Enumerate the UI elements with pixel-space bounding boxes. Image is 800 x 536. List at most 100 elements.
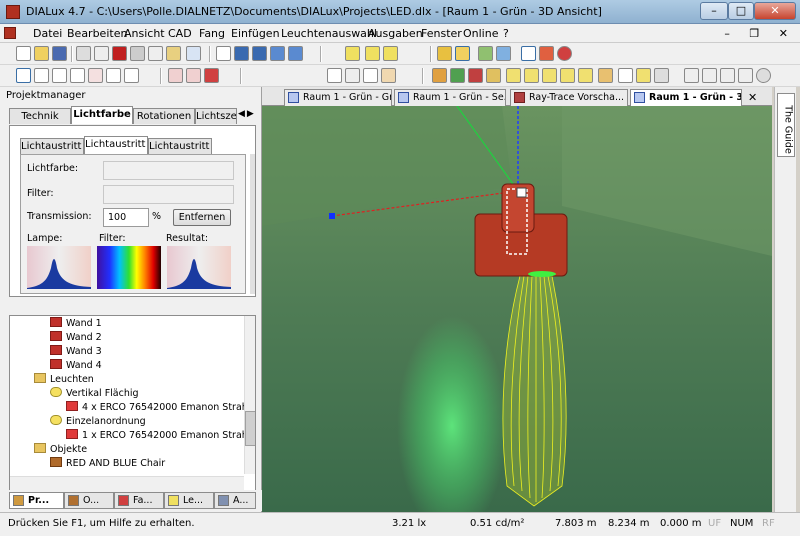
transmission-input[interactable]: 100 xyxy=(103,208,149,227)
tab-lichtaustritt-1[interactable]: Lichtaustritt 1 xyxy=(20,138,84,154)
panel-scrollbar[interactable] xyxy=(250,154,255,294)
polygon-room-icon[interactable] xyxy=(252,46,267,61)
polyline-icon[interactable] xyxy=(702,68,717,83)
aim-icon[interactable] xyxy=(186,68,201,83)
menu-help[interactable]: ? xyxy=(503,27,509,40)
menu-ansicht[interactable]: Ansicht xyxy=(124,27,165,40)
tree-item[interactable]: 1 x ERCO 76542000 Emanon Strah xyxy=(66,429,248,443)
menu-cad[interactable]: CAD xyxy=(168,27,192,40)
tree-item[interactable]: Wand 3 xyxy=(50,345,102,359)
new-icon[interactable] xyxy=(16,46,31,61)
remove-button[interactable]: Entfernen xyxy=(173,209,231,226)
select-surface-icon[interactable] xyxy=(70,68,85,83)
tab-lichtaustritt-2[interactable]: Lichtaustritt 2 xyxy=(84,136,148,154)
menu-einfuegen[interactable]: Einfügen xyxy=(231,27,280,40)
calc-icon[interactable] xyxy=(437,46,452,61)
false-color-icon[interactable] xyxy=(521,46,536,61)
paste-icon[interactable] xyxy=(166,46,181,61)
tab-ausgaben[interactable]: A... xyxy=(214,492,256,509)
color-icon[interactable] xyxy=(539,46,554,61)
pointer-icon[interactable] xyxy=(327,68,342,83)
new-room-icon[interactable] xyxy=(216,46,231,61)
grid-icon[interactable] xyxy=(654,68,669,83)
tab-doc-raytrace[interactable]: Ray-Trace Vorscha... xyxy=(510,89,628,106)
furniture-icon[interactable] xyxy=(432,68,447,83)
close-button[interactable]: ✕ xyxy=(754,2,796,20)
prism-icon[interactable] xyxy=(542,68,557,83)
luminaire-line-icon[interactable] xyxy=(383,46,398,61)
folder-tool-icon[interactable] xyxy=(486,68,501,83)
tab-farben[interactable]: Fa... xyxy=(114,492,164,509)
tree-horizontal-scrollbar[interactable] xyxy=(10,476,244,490)
select-icon[interactable] xyxy=(16,68,31,83)
tab-lichtaustritt-3[interactable]: Lichtaustritt 3 xyxy=(148,138,212,154)
undo-icon[interactable] xyxy=(186,46,201,61)
tree-item[interactable]: Wand 2 xyxy=(50,331,102,345)
menu-fang[interactable]: Fang xyxy=(199,27,225,40)
app-icon[interactable] xyxy=(6,5,20,19)
luminaire-array-icon[interactable] xyxy=(365,46,380,61)
open-icon[interactable] xyxy=(34,46,49,61)
tree-scroll-thumb[interactable] xyxy=(245,411,255,446)
tab-lichtfarbe[interactable]: Lichtfarbe xyxy=(71,106,133,124)
tab-rotationen[interactable]: Rotationen xyxy=(133,108,195,124)
menu-bearbeiten[interactable]: Bearbeiten xyxy=(67,27,127,40)
tree-item[interactable]: Leuchten xyxy=(34,373,94,387)
tab-doc-grundriss[interactable]: Raum 1 - Grün - Gr... xyxy=(284,89,392,106)
tab-objekte[interactable]: O... xyxy=(64,492,114,509)
tab-doc-seitenansicht[interactable]: Raum 1 - Grün - Se... xyxy=(394,89,506,106)
guide-tab[interactable]: The Guide xyxy=(777,93,795,157)
tree-item[interactable]: Wand 1 xyxy=(50,317,102,331)
calc-active-icon[interactable] xyxy=(455,46,470,61)
tab-lichtszenen[interactable]: Lichtsze xyxy=(195,108,237,124)
tree-vertical-scrollbar[interactable] xyxy=(244,316,255,474)
menu-ausgaben[interactable]: Ausgaben xyxy=(368,27,423,40)
cylinder-icon[interactable] xyxy=(524,68,539,83)
3d-viewport[interactable] xyxy=(262,106,772,512)
menu-fenster[interactable]: Fenster xyxy=(421,27,462,40)
preview-icon[interactable] xyxy=(94,46,109,61)
menu-leuchtenauswahl[interactable]: Leuchtenauswahl xyxy=(281,27,377,40)
color-fill-icon[interactable] xyxy=(468,68,483,83)
raytrace-icon[interactable] xyxy=(478,46,493,61)
select-group-icon[interactable] xyxy=(34,68,49,83)
orbit-icon[interactable] xyxy=(363,68,378,83)
select-luminaire-icon[interactable] xyxy=(88,68,103,83)
exterior-icon[interactable] xyxy=(270,46,285,61)
tab-projekt[interactable]: Pr... xyxy=(9,492,64,509)
cut-icon[interactable] xyxy=(130,46,145,61)
tree-item[interactable]: 4 x ERCO 76542000 Emanon Strah xyxy=(66,401,248,415)
street-icon[interactable] xyxy=(288,46,303,61)
save-icon[interactable] xyxy=(52,46,67,61)
rotate-icon[interactable] xyxy=(168,68,183,83)
gear-icon[interactable] xyxy=(756,68,771,83)
frame-icon[interactable] xyxy=(618,68,633,83)
select-point-icon[interactable] xyxy=(106,68,121,83)
document-close-icon[interactable]: ✕ xyxy=(748,91,757,104)
cube-icon[interactable] xyxy=(506,68,521,83)
3d-scene[interactable] xyxy=(262,106,772,512)
tree-item[interactable]: Wand 4 xyxy=(50,359,102,373)
maximize-button[interactable]: □ xyxy=(728,2,754,20)
line-icon[interactable] xyxy=(684,68,699,83)
luminaire-icon[interactable] xyxy=(345,46,360,61)
menu-online[interactable]: Online xyxy=(463,27,498,40)
mdi-controls[interactable]: – ❐ ✕ xyxy=(724,27,796,40)
select-object-icon[interactable] xyxy=(52,68,67,83)
menu-datei[interactable]: Datei xyxy=(33,27,62,40)
aim-group-icon[interactable] xyxy=(204,68,219,83)
tab-scroll-arrows[interactable]: ◀▶ xyxy=(238,109,258,123)
axis-handle[interactable] xyxy=(329,213,335,219)
extrude-icon[interactable] xyxy=(598,68,613,83)
globe-icon[interactable] xyxy=(557,46,572,61)
tree-item[interactable]: Objekte xyxy=(34,443,87,457)
curve-icon[interactable] xyxy=(720,68,735,83)
render-icon[interactable] xyxy=(496,46,511,61)
document-icon[interactable] xyxy=(4,27,16,39)
spline-icon[interactable] xyxy=(738,68,753,83)
zoom-icon[interactable] xyxy=(345,68,360,83)
arc-icon[interactable] xyxy=(578,68,593,83)
pan-icon[interactable] xyxy=(381,68,396,83)
copy-icon[interactable] xyxy=(148,46,163,61)
measure-icon[interactable] xyxy=(636,68,651,83)
